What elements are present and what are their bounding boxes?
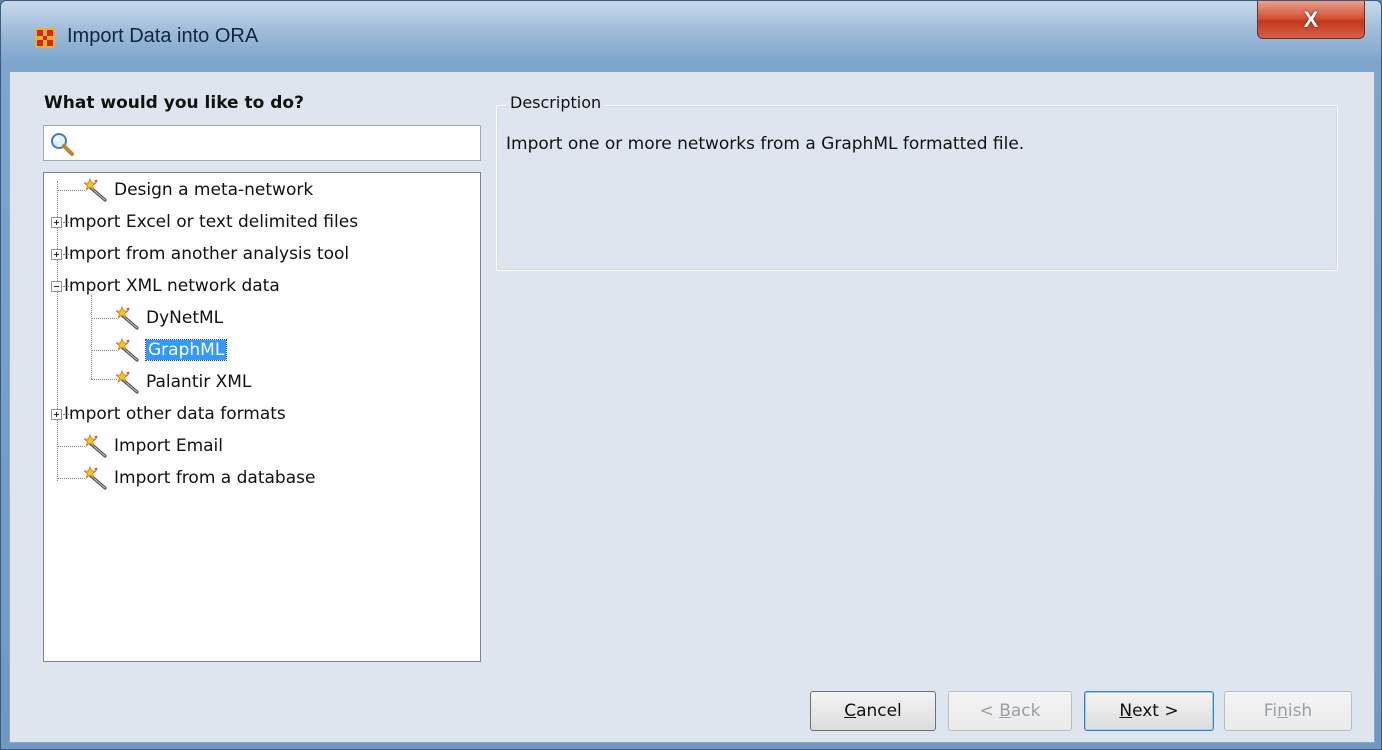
tree-item-design-meta-network[interactable]: Design a meta-network	[84, 175, 313, 205]
tree-item-dynetml[interactable]: DyNetML	[116, 303, 223, 333]
collapse-minus-icon[interactable]	[51, 280, 62, 292]
tree-item-label: Import Email	[114, 436, 223, 456]
tree-connector	[91, 318, 117, 319]
tree-item-label: Import from another analysis tool	[64, 244, 350, 264]
finish-button[interactable]: Finish	[1224, 691, 1352, 731]
next-button-label: Next >	[1119, 701, 1179, 721]
tree-item-label: Import Excel or text delimited files	[64, 212, 359, 232]
tree-item-import-database[interactable]: Import from a database	[84, 463, 315, 493]
tree-item-graphml[interactable]: GraphML	[116, 335, 228, 365]
back-button[interactable]: < Back	[948, 691, 1072, 731]
title-bar[interactable]: Import Data into ORA X	[1, 1, 1381, 71]
tree-item-label: Import other data formats	[64, 404, 286, 424]
cancel-button-label: Cancel	[844, 701, 902, 721]
tree-item-label-selected: GraphML	[144, 339, 228, 361]
tree-item-label: Import XML network data	[64, 276, 280, 296]
import-options-tree[interactable]: Design a meta-network Import Excel or te…	[43, 172, 481, 662]
tree-item-import-other-formats[interactable]: Import other data formats	[51, 399, 286, 429]
tree-connector	[91, 350, 117, 351]
description-text: Import one or more networks from a Graph…	[506, 134, 1025, 154]
tree-item-label: DyNetML	[146, 308, 224, 328]
tree-item-label: Design a meta-network	[114, 180, 314, 200]
tree-item-import-analysis-tool[interactable]: Import from another analysis tool	[51, 239, 349, 269]
search-input[interactable]	[43, 125, 481, 161]
tree-connector	[91, 295, 92, 379]
tree-item-palantir-xml[interactable]: Palantir XML	[116, 367, 251, 397]
next-button[interactable]: Next >	[1084, 691, 1214, 731]
description-panel	[496, 105, 1338, 271]
tree-item-label: Palantir XML	[146, 372, 252, 392]
dialog-window: Import Data into ORA X What would you li…	[0, 0, 1382, 750]
close-button[interactable]: X	[1257, 1, 1365, 39]
ora-app-icon	[35, 28, 55, 48]
tree-connector	[91, 379, 117, 380]
back-button-label: < Back	[979, 701, 1041, 721]
dialog-content: What would you like to do? Design a meta…	[9, 71, 1375, 743]
window-title: Import Data into ORA	[67, 25, 259, 47]
description-title: Description	[506, 93, 606, 112]
expand-plus-icon[interactable]	[51, 248, 62, 260]
wizard-wand-icon	[116, 338, 139, 362]
tree-item-import-excel[interactable]: Import Excel or text delimited files	[51, 207, 358, 237]
cancel-button[interactable]: Cancel	[810, 691, 936, 731]
wizard-wand-icon	[116, 370, 139, 394]
tree-item-label: Import from a database	[114, 468, 316, 488]
expand-plus-icon[interactable]	[51, 408, 62, 420]
tree-connector	[57, 446, 85, 447]
tree-connector	[57, 190, 85, 191]
wizard-wand-icon	[84, 434, 107, 458]
wizard-wand-icon	[84, 466, 107, 490]
tree-item-import-email[interactable]: Import Email	[84, 431, 223, 461]
task-heading: What would you like to do?	[44, 93, 304, 113]
wizard-wand-icon	[84, 178, 107, 202]
search-icon	[51, 133, 74, 156]
expand-plus-icon[interactable]	[51, 216, 62, 228]
tree-item-import-xml[interactable]: Import XML network data	[51, 271, 280, 301]
tree-connector	[57, 478, 85, 479]
wizard-wand-icon	[116, 306, 139, 330]
finish-button-label: Finish	[1263, 701, 1313, 721]
close-icon: X	[1303, 6, 1319, 32]
